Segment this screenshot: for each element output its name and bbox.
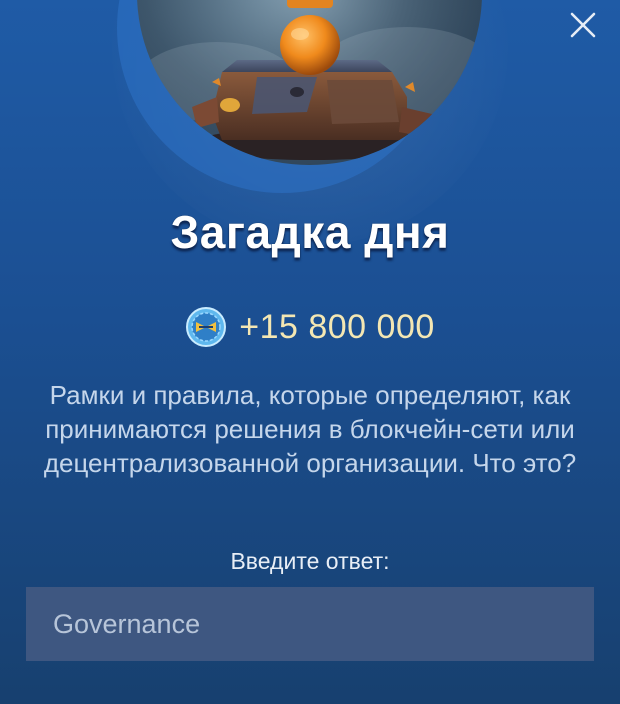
close-icon <box>570 12 596 38</box>
reward-amount: +15 800 000 <box>239 307 435 346</box>
coin-icon <box>186 307 227 347</box>
riddle-question: Рамки и правила, которые определяют, как… <box>43 380 577 478</box>
reward-row: +15 800 000 <box>0 306 620 348</box>
answer-label: Введите ответ: <box>230 548 390 574</box>
answer-input[interactable] <box>26 587 594 661</box>
dialog-title: Загадка дня <box>170 206 450 258</box>
close-button[interactable] <box>568 10 598 40</box>
